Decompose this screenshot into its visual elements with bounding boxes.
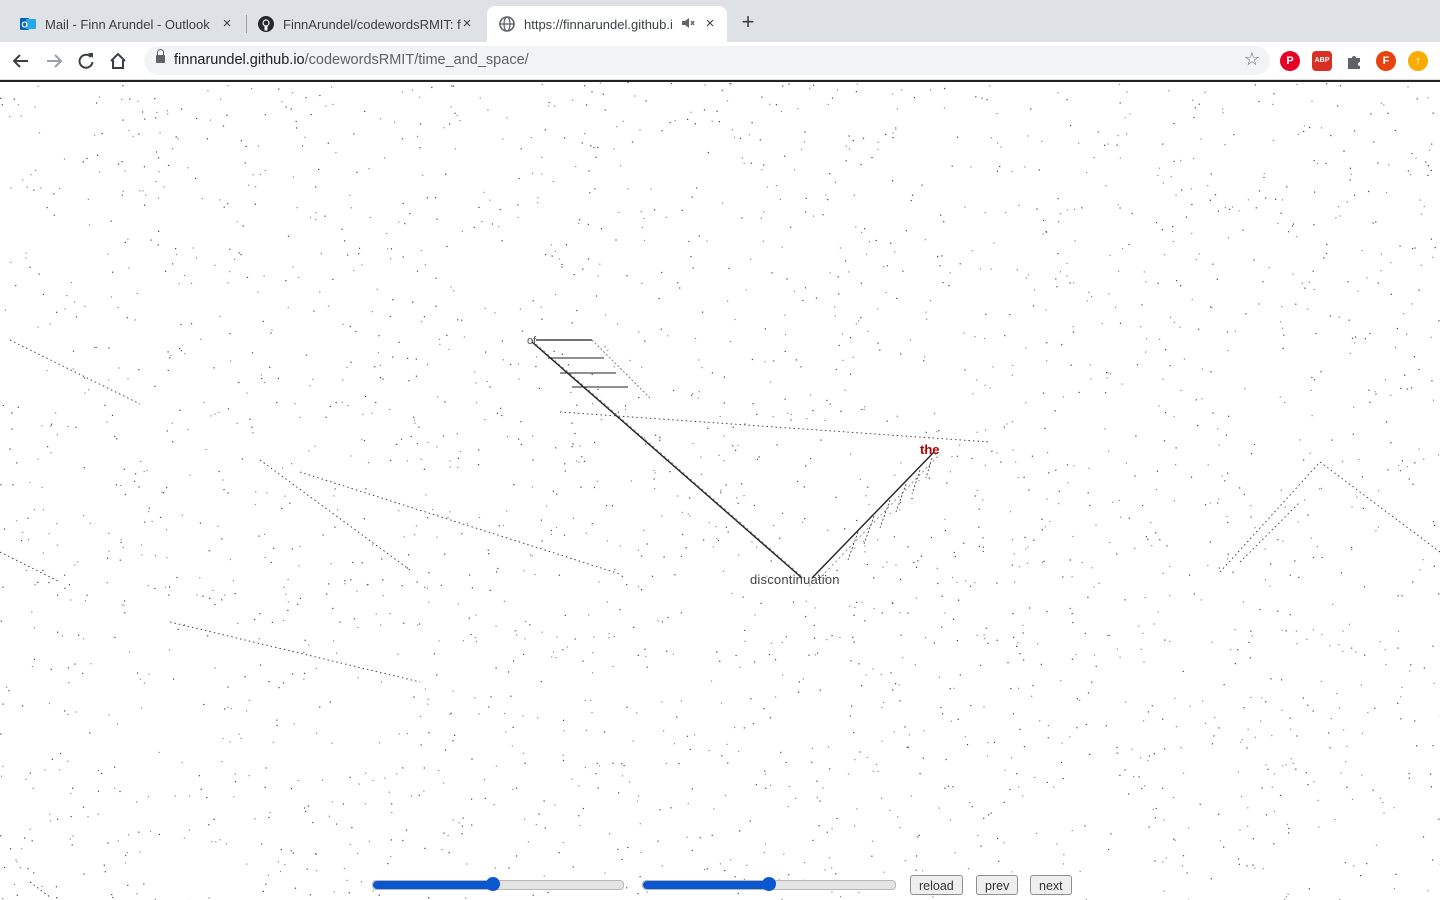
tab-title: FinnArundel/codewordsRMIT: f	[283, 16, 461, 32]
tab-github[interactable]: FinnArundel/codewordsRMIT: f ×	[248, 6, 484, 42]
tab-separator	[246, 15, 247, 33]
slider-1[interactable]	[372, 877, 624, 891]
new-tab-button[interactable]: +	[738, 11, 758, 33]
lock-icon[interactable]	[156, 49, 165, 63]
connector-line	[531, 341, 803, 579]
connector-line	[817, 453, 941, 581]
prev-button[interactable]: prev	[976, 875, 1019, 895]
close-icon[interactable]: ×	[701, 15, 719, 33]
url-path: /codewordsRMIT/time_and_space/	[304, 52, 529, 68]
tab-title: Mail - Finn Arundel - Outlook	[45, 16, 210, 32]
slider-1-fill	[373, 881, 493, 889]
outlook-icon: O	[20, 16, 36, 32]
speaker-muted-icon[interactable]	[681, 16, 695, 33]
slider-2-thumb[interactable]	[762, 877, 776, 891]
back-icon[interactable]	[10, 50, 32, 72]
connector-line	[811, 451, 935, 579]
hatch-line	[863, 515, 875, 545]
reload-icon[interactable]	[75, 50, 97, 72]
home-icon[interactable]	[107, 50, 129, 72]
tab-title: https://finnarundel.github.i	[524, 16, 673, 32]
github-icon	[258, 16, 274, 32]
slider-2[interactable]	[642, 877, 896, 891]
slider-1-thumb[interactable]	[486, 877, 500, 891]
canvas-word-of: of	[527, 335, 537, 347]
adblock-icon[interactable]: ABP	[1312, 51, 1332, 71]
ladder-rail	[591, 339, 651, 399]
address-bar[interactable]: finnarundel.github.io/codewordsRMIT/time…	[144, 46, 1270, 75]
time-and-space-canvas[interactable]: of discontinuation the	[0, 82, 1440, 900]
url-text[interactable]: finnarundel.github.io/codewordsRMIT/time…	[174, 52, 529, 68]
canvas-word-the: the	[920, 442, 940, 457]
globe-icon	[499, 16, 515, 32]
controls-bar: reload prev next	[372, 872, 1092, 900]
canvas-word-discontinuation: discontinuation	[750, 572, 840, 587]
bookmark-star-icon[interactable]: ☆	[1244, 49, 1260, 70]
reload-button[interactable]: reload	[910, 875, 963, 895]
connector-line	[535, 343, 807, 581]
tab-active[interactable]: https://finnarundel.github.i ×	[487, 6, 727, 42]
close-icon[interactable]: ×	[458, 15, 476, 33]
svg-text:O: O	[22, 21, 28, 30]
next-button[interactable]: next	[1030, 875, 1072, 895]
browser-toolbar: finnarundel.github.io/codewordsRMIT/time…	[0, 42, 1440, 80]
slider-2-fill	[643, 881, 769, 889]
pinterest-icon[interactable]: P	[1280, 51, 1300, 71]
hatch-line	[895, 483, 907, 513]
tab-outlook[interactable]: O Mail - Finn Arundel - Outlook ×	[8, 6, 244, 42]
close-icon[interactable]: ×	[218, 15, 236, 33]
tab-strip: O Mail - Finn Arundel - Outlook × FinnAr…	[0, 0, 1440, 42]
word-lines	[531, 339, 941, 581]
profile-avatar[interactable]: F	[1376, 51, 1396, 71]
puzzle-icon[interactable]	[1344, 51, 1364, 71]
url-host: finnarundel.github.io	[174, 52, 305, 68]
update-icon[interactable]: ↑	[1408, 51, 1428, 71]
forward-icon[interactable]	[43, 50, 65, 72]
